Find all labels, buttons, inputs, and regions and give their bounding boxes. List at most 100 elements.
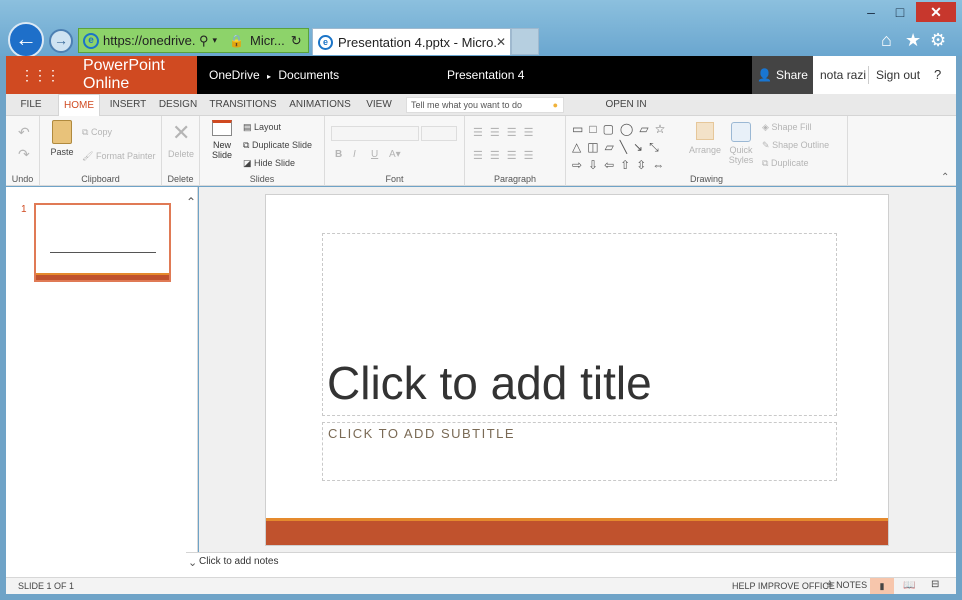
subtitle-placeholder[interactable]: CLICK TO ADD SUBTITLE	[322, 422, 837, 481]
new-slide-icon	[212, 120, 232, 136]
layout-button[interactable]: ▤ Layout	[243, 122, 281, 133]
sign-out-link[interactable]: Sign out	[876, 68, 920, 82]
lightbulb-icon: ●	[552, 100, 558, 110]
star-icon[interactable]: ★	[905, 30, 921, 51]
slideshow-icon[interactable]: ⊟	[931, 579, 939, 590]
paragraph-group-label: Paragraph	[493, 174, 537, 184]
ribbon-tabs: FILE HOME INSERT DESIGN TRANSITIONS ANIM…	[6, 94, 956, 132]
tell-me-input[interactable]: Tell me what you want to do ●	[406, 97, 564, 113]
paste-button[interactable]: Paste	[46, 120, 78, 157]
search-icon[interactable]: ⚲	[199, 33, 209, 49]
ie-tab-icon: e	[318, 34, 333, 50]
reading-view-icon[interactable]: 📖	[903, 580, 915, 591]
app-launcher-icon[interactable]: ⋮⋮⋮	[20, 67, 60, 84]
new-slide-button[interactable]: New Slide	[207, 120, 237, 160]
share-button[interactable]: 👤 Share	[752, 56, 813, 94]
font-size-select[interactable]	[421, 126, 457, 141]
normal-view-icon[interactable]: ▮	[870, 578, 894, 594]
document-title[interactable]: Presentation 4	[447, 68, 524, 82]
gear-icon[interactable]: ⚙	[930, 30, 946, 51]
duplicate-slide-button[interactable]: ⧉ Duplicate Slide	[243, 140, 312, 151]
font-color-icon[interactable]: A▾	[389, 149, 401, 160]
notes-toggle-label: NOTES	[836, 580, 868, 590]
notes-placeholder: Click to add notes	[199, 556, 279, 567]
delete-button[interactable]: Delete	[168, 149, 194, 159]
clipboard-icon	[52, 120, 72, 144]
home-icon[interactable]: ⌂	[881, 30, 892, 51]
hide-slide-label: Hide Slide	[254, 158, 296, 168]
font-group-label: Font	[385, 174, 404, 184]
list-icons[interactable]: ☰☰☰☰	[473, 126, 540, 139]
paint-bucket-icon: ◈	[762, 122, 769, 132]
address-url[interactable]: https://onedrive.l	[103, 33, 195, 48]
notes-icon: ≜	[826, 580, 834, 590]
quick-styles-label: Quick Styles	[728, 145, 754, 165]
font-name-select[interactable]	[331, 126, 419, 141]
tab-animations[interactable]: ANIMATIONS	[286, 94, 354, 116]
breadcrumb-onedrive[interactable]: OneDrive	[209, 68, 260, 82]
notes-pane[interactable]: ⌄ Click to add notes	[186, 552, 956, 577]
brush-icon: 🖌	[82, 151, 94, 161]
open-in-powerpoint-button[interactable]: OPEN IN POWERPOINT	[574, 94, 678, 132]
chevron-down-icon[interactable]: ⌄	[188, 556, 197, 569]
tab-home[interactable]: HOME	[58, 94, 100, 116]
copy-button[interactable]: ⧉ Copy	[82, 127, 112, 138]
browser-tab-active[interactable]: e Presentation 4.pptx - Micro... ✕	[312, 28, 511, 55]
tab-insert[interactable]: INSERT	[104, 94, 152, 116]
close-tab-icon[interactable]: ✕	[496, 35, 506, 49]
refresh-icon[interactable]: ↻	[291, 33, 302, 49]
slide-thumbnail-1[interactable]	[34, 203, 171, 282]
slide-thumbnail-pane: 1 ⌃	[6, 187, 198, 577]
underline-icon[interactable]: U	[371, 149, 378, 160]
format-painter-button[interactable]: 🖌 Format Painter	[82, 151, 155, 162]
undo-icon[interactable]: ↶	[18, 124, 30, 141]
shape-outline-button[interactable]: ✎ Shape Outline	[762, 140, 829, 151]
drawing-group-label: Drawing	[689, 174, 723, 184]
scroll-up-icon[interactable]: ⌃	[186, 195, 196, 209]
arrange-button[interactable]: Arrange	[688, 122, 722, 155]
arrow-left-icon: ←	[15, 26, 37, 51]
bold-icon[interactable]: B	[335, 149, 342, 160]
maximize-button[interactable]: □	[885, 2, 915, 22]
brand-name[interactable]: PowerPoint Online	[83, 57, 197, 93]
chevron-down-icon[interactable]: ▾	[213, 35, 218, 46]
help-button[interactable]: ?	[934, 67, 941, 82]
undo-group-label: Undo	[11, 174, 34, 184]
quick-styles-button[interactable]: Quick Styles	[726, 122, 756, 165]
align-icons[interactable]: ☰☰☰☰	[473, 149, 540, 162]
user-name[interactable]: nota razi	[820, 68, 866, 82]
hide-slide-button[interactable]: ◪ Hide Slide	[243, 158, 295, 169]
tab-view[interactable]: VIEW	[361, 94, 397, 116]
redo-icon[interactable]: ↷	[18, 146, 30, 163]
duplicate-shape-button[interactable]: ⧉ Duplicate	[762, 158, 808, 169]
collapse-ribbon-icon[interactable]: ⌃	[941, 172, 949, 183]
address-bar[interactable]: e https://onedrive.l ⚲ ▾ 🔒 Micr... ↻	[78, 28, 309, 53]
shape-fill-button[interactable]: ◈ Shape Fill	[762, 122, 811, 133]
forward-button[interactable]: →	[49, 29, 73, 53]
ie-icon: e	[83, 32, 99, 49]
close-window-button[interactable]: ✕	[916, 2, 956, 22]
delete-group: ✕ Delete Delete	[162, 116, 200, 186]
quick-styles-icon	[731, 122, 751, 142]
tell-me-placeholder: Tell me what you want to do	[411, 100, 523, 110]
delete-x-icon[interactable]: ✕	[172, 120, 190, 146]
title-placeholder[interactable]: Click to add title	[322, 233, 837, 416]
slide-canvas[interactable]: Click to add title CLICK TO ADD SUBTITLE	[265, 194, 889, 546]
minimize-button[interactable]: –	[856, 2, 886, 22]
arrow-right-icon: →	[54, 32, 68, 48]
copy-label: Copy	[90, 127, 112, 137]
breadcrumb-documents[interactable]: Documents	[278, 68, 339, 82]
back-button[interactable]: ←	[8, 22, 44, 58]
italic-icon[interactable]: I	[353, 149, 356, 160]
new-tab-button[interactable]	[511, 28, 539, 55]
hide-slide-icon: ◪	[243, 158, 252, 168]
shapes-gallery[interactable]: ▭□▢◯▱☆ △◫▱╲↘⤡ ⇨⇩⇦⇧⇳⇔	[572, 120, 684, 174]
title-placeholder-text: Click to add title	[327, 357, 652, 409]
tab-design[interactable]: DESIGN	[156, 94, 200, 116]
pen-icon: ✎	[762, 140, 770, 150]
tab-file[interactable]: FILE	[12, 94, 50, 116]
tab-transitions[interactable]: TRANSITIONS	[209, 94, 277, 116]
help-improve-link[interactable]: HELP IMPROVE OFFICE	[732, 581, 835, 591]
notes-toggle[interactable]: ≜ NOTES	[826, 580, 867, 591]
copy-icon: ⧉	[82, 127, 89, 137]
